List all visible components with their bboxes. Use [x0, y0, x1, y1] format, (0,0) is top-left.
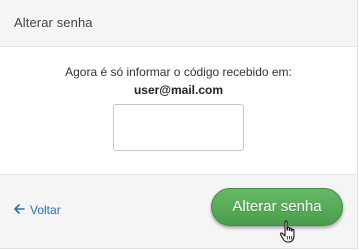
change-password-button[interactable]: Alterar senha [211, 188, 343, 226]
panel-body: Agora é só informar o código recebido em… [0, 47, 357, 174]
back-link-label: Voltar [30, 203, 61, 217]
panel-footer: Voltar Alterar senha [0, 174, 357, 248]
change-password-panel: Alterar senha Agora é só informar o códi… [0, 0, 358, 249]
panel-title: Alterar senha [14, 15, 93, 30]
email-address: user@mail.com [133, 83, 224, 97]
back-link[interactable]: Voltar [14, 203, 61, 217]
verification-code-input[interactable] [113, 104, 244, 151]
arrow-left-icon [14, 204, 25, 216]
panel-header: Alterar senha [0, 0, 357, 47]
instruction-text: Agora é só informar o código recebido em… [65, 65, 292, 79]
